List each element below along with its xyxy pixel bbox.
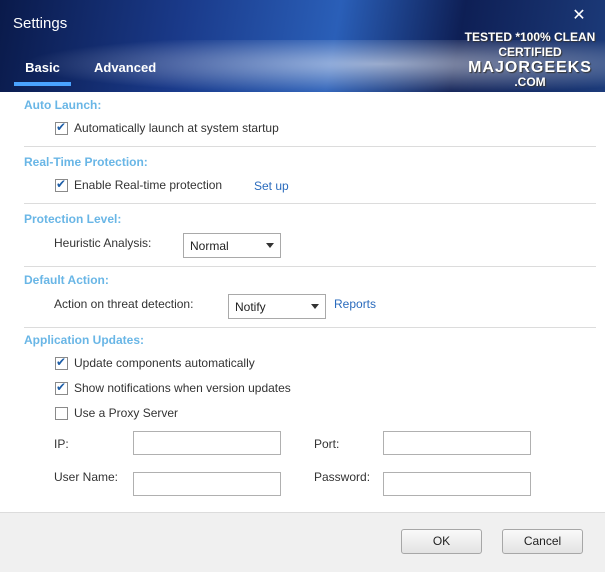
realtime-label: Enable Real-time protection bbox=[74, 178, 223, 192]
section-divider bbox=[24, 146, 596, 147]
window-title: Settings bbox=[13, 15, 68, 32]
update-components-checkbox[interactable] bbox=[55, 355, 68, 370]
tab-advanced-label: Advanced bbox=[94, 60, 157, 75]
watermark-line1: TESTED *100% CLEAN bbox=[464, 30, 596, 44]
reports-link[interactable]: Reports bbox=[334, 297, 376, 311]
proxy-server-label: Use a Proxy Server bbox=[74, 406, 179, 420]
show-notifications-label: Show notifications when version updates bbox=[74, 381, 291, 395]
heuristic-analysis-value: Normal bbox=[190, 239, 229, 253]
cancel-button[interactable]: Cancel bbox=[502, 529, 583, 554]
section-divider bbox=[24, 266, 596, 267]
proxy-server-checkbox[interactable] bbox=[55, 407, 68, 420]
port-label: Port: bbox=[314, 437, 340, 451]
update-components-label: Update components automatically bbox=[74, 356, 255, 370]
settings-content: Auto Launch: Automatically launch at sys… bbox=[0, 92, 605, 512]
dialog-footer: OK Cancel bbox=[0, 512, 605, 572]
heuristic-analysis-select[interactable]: Normal bbox=[183, 233, 281, 258]
username-label: User Name: bbox=[54, 470, 119, 484]
tab-advanced[interactable]: Advanced bbox=[94, 56, 156, 86]
threat-action-label: Action on threat detection: bbox=[54, 297, 194, 311]
ip-label: IP: bbox=[54, 437, 69, 451]
section-title-auto-launch: Auto Launch: bbox=[24, 98, 102, 112]
title-bar: Settings ✕ TESTED *100% CLEAN CERTIFIED … bbox=[0, 0, 605, 92]
show-notifications-checkbox[interactable] bbox=[55, 380, 68, 395]
section-title-protection-level: Protection Level: bbox=[24, 212, 122, 226]
section-title-app-updates: Application Updates: bbox=[24, 333, 145, 347]
password-label: Password: bbox=[314, 470, 371, 484]
section-divider bbox=[24, 327, 596, 328]
active-tab-indicator bbox=[14, 82, 71, 86]
close-icon[interactable]: ✕ bbox=[569, 6, 589, 26]
chevron-down-icon bbox=[311, 304, 319, 309]
ok-button[interactable]: OK bbox=[401, 529, 482, 554]
section-divider bbox=[24, 203, 596, 204]
tab-basic[interactable]: Basic bbox=[14, 56, 71, 86]
threat-action-select[interactable]: Notify bbox=[228, 294, 326, 319]
watermark-line2: CERTIFIED bbox=[498, 45, 562, 59]
setup-link[interactable]: Set up bbox=[254, 179, 289, 193]
auto-launch-label: Automatically launch at system startup bbox=[74, 121, 279, 135]
threat-action-value: Notify bbox=[235, 300, 266, 314]
tab-basic-label: Basic bbox=[25, 60, 60, 75]
majorgeeks-watermark: TESTED *100% CLEAN CERTIFIED MAJORGEEKS … bbox=[460, 30, 600, 90]
ip-field[interactable] bbox=[133, 431, 281, 455]
heuristic-analysis-label: Heuristic Analysis: bbox=[54, 236, 152, 250]
chevron-down-icon bbox=[266, 243, 274, 248]
password-field[interactable] bbox=[383, 472, 531, 496]
port-field[interactable] bbox=[383, 431, 531, 455]
section-title-realtime: Real-Time Protection: bbox=[24, 155, 148, 169]
realtime-checkbox[interactable] bbox=[55, 177, 68, 192]
watermark-line4: .COM bbox=[514, 75, 546, 89]
username-field[interactable] bbox=[133, 472, 281, 496]
section-title-default-action: Default Action: bbox=[24, 273, 109, 287]
auto-launch-checkbox[interactable] bbox=[55, 120, 68, 135]
watermark-line3: MAJORGEEKS bbox=[468, 59, 592, 76]
